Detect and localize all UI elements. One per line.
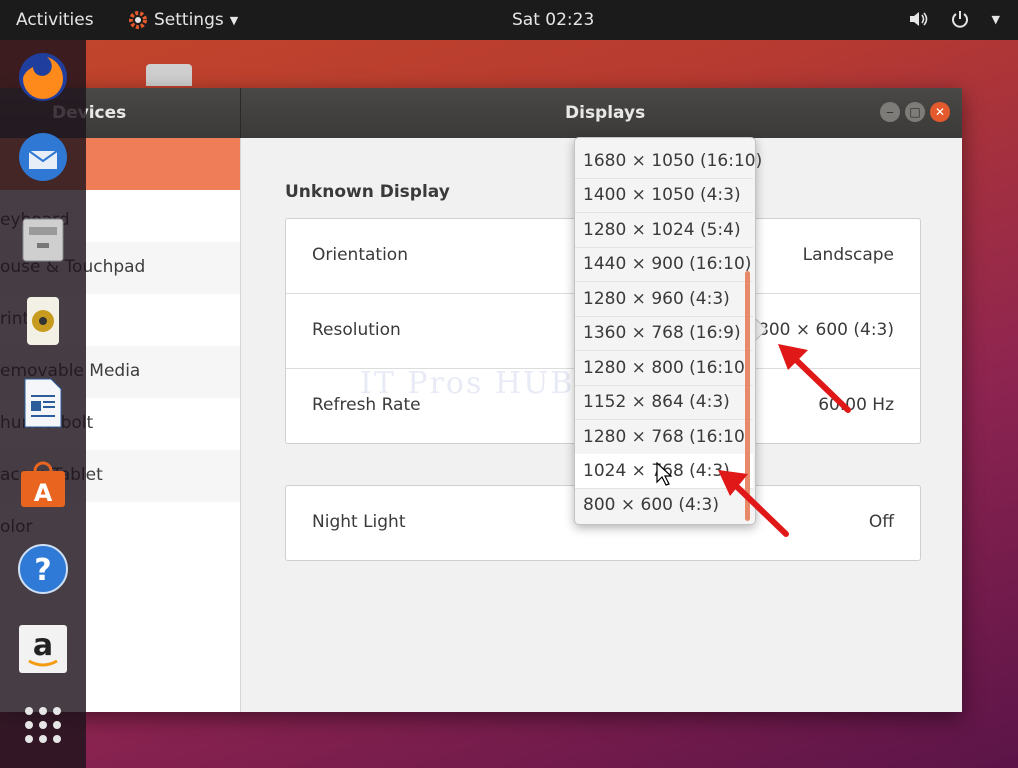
night-light-label: Night Light: [312, 512, 406, 532]
svg-text:a: a: [33, 628, 53, 663]
resolution-option-label: 800 × 600 (4:3): [583, 495, 719, 515]
resolution-label: Resolution: [312, 320, 401, 340]
clock[interactable]: Sat 02:23: [512, 10, 594, 30]
dock: A ? a: [0, 40, 86, 768]
app-menu[interactable]: Settings ▼: [128, 10, 238, 30]
trash-icon[interactable]: [146, 64, 192, 86]
svg-text:A: A: [34, 479, 53, 507]
resolution-option[interactable]: 1280 × 768 (16:10): [575, 420, 753, 455]
thunderbird-icon: [19, 133, 67, 181]
resolution-option-label: 1280 × 768 (16:10): [583, 427, 752, 447]
resolution-option[interactable]: 1280 × 1024 (5:4): [575, 213, 753, 248]
resolution-option[interactable]: 1680 × 1050 (16:10): [575, 144, 762, 179]
rhythmbox-icon: [27, 297, 59, 345]
power-icon: [951, 11, 968, 28]
resolution-option-label: 1680 × 1050 (16:10): [583, 151, 763, 171]
watermark-text: IT Pros HUB: [360, 366, 575, 401]
resolution-option[interactable]: 1152 × 864 (4:3): [575, 385, 753, 420]
resolution-option-label: 1280 × 800 (16:10): [583, 358, 752, 378]
chevron-down-icon: ▼: [229, 13, 239, 27]
resolution-value: 800 × 600 (4:3): [758, 320, 894, 340]
resolution-option[interactable]: 1400 × 1050 (4:3): [575, 178, 753, 213]
dock-item-help[interactable]: ?: [14, 540, 72, 598]
dock-item-software[interactable]: A: [14, 456, 72, 514]
dock-item-show-apps[interactable]: [14, 696, 72, 754]
dock-item-writer[interactable]: [14, 374, 72, 432]
window-controls: ‒ □ ✕: [880, 102, 950, 122]
dock-item-firefox[interactable]: [14, 48, 72, 106]
app-menu-label: Settings: [154, 10, 224, 30]
orientation-label: Orientation: [312, 245, 408, 265]
svg-text:?: ?: [34, 553, 51, 588]
resolution-option-label: 1280 × 960 (4:3): [583, 289, 730, 309]
window-title: Displays: [565, 103, 646, 123]
dock-item-rhythmbox[interactable]: [14, 292, 72, 350]
display-name: Unknown Display: [285, 182, 450, 202]
resolution-option[interactable]: 1280 × 960 (4:3): [575, 282, 753, 317]
mouse-cursor-icon: [656, 462, 672, 486]
settings-gear-icon: [129, 11, 147, 29]
annotation-arrow-icon: [778, 344, 851, 413]
dock-item-thunderbird[interactable]: [14, 128, 72, 186]
close-button[interactable]: ✕: [930, 102, 950, 122]
chevron-down-icon: ▼: [991, 12, 1000, 26]
activities-button[interactable]: Activities: [16, 10, 94, 30]
dock-item-files[interactable]: [14, 210, 72, 268]
orientation-value: Landscape: [802, 245, 894, 265]
firefox-icon: [19, 53, 67, 101]
title-bar[interactable]: Devices Displays ‒ □ ✕: [0, 88, 962, 138]
show-apps-icon: [25, 707, 61, 743]
resolution-option[interactable]: 1360 × 768 (16:9): [575, 316, 753, 351]
system-tray[interactable]: ▼: [908, 9, 1000, 29]
writer-icon: [24, 378, 62, 428]
resolution-option-label: 1360 × 768 (16:9): [583, 323, 741, 343]
amazon-icon: a: [19, 625, 67, 673]
volume-icon: [909, 12, 927, 26]
dock-item-amazon[interactable]: a: [14, 620, 72, 678]
software-icon: A: [21, 461, 65, 507]
top-bar: Activities Settings ▼ Sat 02:23 ▼: [0, 0, 1018, 40]
resolution-option-label: 1280 × 1024 (5:4): [583, 220, 741, 240]
resolution-option-label: 1400 × 1050 (4:3): [583, 185, 741, 205]
annotation-arrow-icon: [718, 470, 789, 537]
night-light-value: Off: [868, 512, 894, 532]
resolution-option-label: 1152 × 864 (4:3): [583, 392, 730, 412]
resolution-option[interactable]: 1440 × 900 (16:10): [575, 247, 753, 282]
maximize-button[interactable]: □: [905, 102, 925, 122]
files-icon: [22, 218, 64, 262]
resolution-option-label: 1440 × 900 (16:10): [583, 254, 752, 274]
resolution-option[interactable]: 1280 × 800 (16:10): [575, 351, 753, 386]
title-separator: [240, 88, 241, 138]
help-icon: ?: [18, 544, 68, 594]
minimize-button[interactable]: ‒: [880, 102, 900, 122]
